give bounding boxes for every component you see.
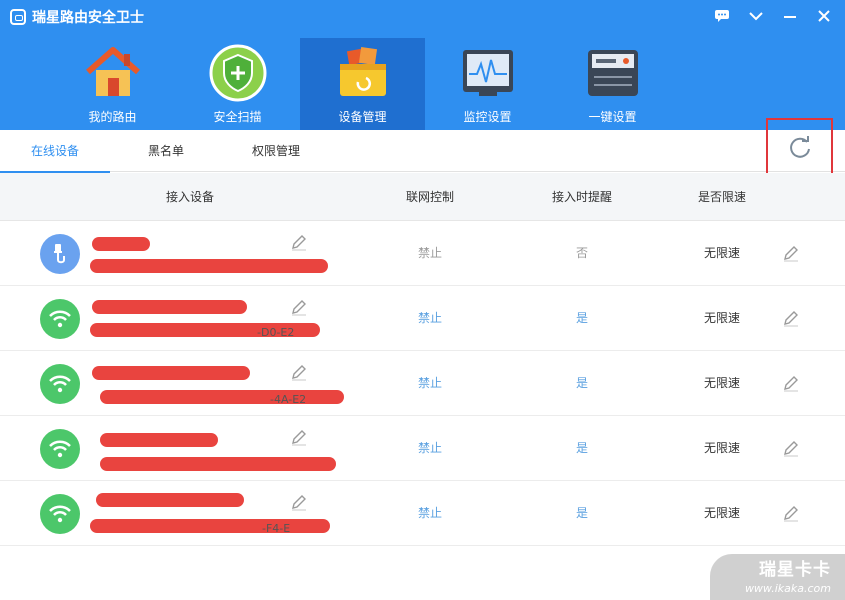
pencil-icon[interactable] (290, 493, 308, 511)
remind-value[interactable]: 是 (532, 351, 632, 416)
redacted-device-mac (90, 259, 328, 273)
pencil-icon[interactable] (290, 428, 308, 446)
device-mac-tail: -F4-E (262, 522, 291, 535)
header-device: 接入设备 (165, 190, 214, 204)
pencil-icon[interactable] (782, 374, 800, 392)
speed-limit-value: 无限速 (703, 246, 740, 260)
speed-limit-value: 无限速 (703, 376, 740, 390)
basket-icon (339, 46, 386, 96)
tab-online-devices[interactable]: 在线设备 (0, 130, 110, 173)
table-row[interactable]: -D0-E2 禁止 是 无限速 (0, 286, 845, 351)
router-panel-icon (587, 50, 638, 96)
app-title-text: 瑞星路由安全卫士 (32, 10, 144, 26)
tab-blacklist[interactable]: 黑名单 (130, 130, 202, 172)
watermark-brand: 瑞星卡卡 (759, 560, 831, 580)
speed-limit-value: 无限速 (703, 311, 740, 325)
redacted-device-mac (100, 390, 344, 404)
header-remind: 接入时提醒 (551, 190, 612, 204)
wifi-icon (40, 429, 80, 469)
chat-icon[interactable] (709, 4, 735, 28)
table-row[interactable]: 禁止 是 无限速 (0, 416, 845, 481)
redacted-device-mac (90, 519, 330, 533)
table-row[interactable]: -4A-E2 禁止 是 无限速 (0, 351, 845, 416)
refresh-icon (789, 135, 810, 158)
table-header: 接入设备 联网控制 接入时提醒 是否限速 (0, 173, 845, 221)
house-icon (85, 47, 140, 96)
app-title: 瑞星路由安全卫士 (10, 7, 144, 27)
network-control-action[interactable]: 禁止 (380, 286, 480, 351)
network-control-action[interactable]: 禁止 (380, 351, 480, 416)
chevron-down-icon[interactable] (743, 4, 769, 28)
redacted-device-name (100, 433, 218, 447)
watermark-url: www.ikaka.com (744, 582, 831, 595)
pencil-icon[interactable] (782, 309, 800, 327)
remind-value[interactable]: 是 (532, 481, 632, 546)
table-row[interactable]: 禁止 否 无限速 (0, 221, 845, 286)
nav-one-click-settings[interactable]: 一键设置 (550, 38, 675, 130)
redacted-device-name (92, 300, 247, 314)
monitor-chart-icon (462, 50, 513, 96)
redacted-device-mac (100, 457, 336, 471)
refresh-button[interactable] (766, 118, 833, 175)
remind-value[interactable]: 是 (532, 286, 632, 351)
network-control-action[interactable]: 禁止 (380, 481, 480, 546)
watermark: 瑞星卡卡 www.ikaka.com (705, 550, 845, 600)
close-icon[interactable] (811, 4, 837, 28)
wifi-icon (40, 494, 80, 534)
nav-monitor-settings[interactable]: 监控设置 (425, 38, 550, 130)
pencil-icon[interactable] (782, 244, 800, 262)
header-network-control: 联网控制 (405, 190, 454, 204)
pencil-icon[interactable] (290, 233, 308, 251)
device-mac-tail: -D0-E2 (257, 326, 295, 339)
app-logo-icon (10, 9, 26, 25)
wifi-icon (40, 299, 80, 339)
redacted-device-name (92, 366, 250, 380)
remind-value[interactable]: 是 (532, 416, 632, 481)
speed-limit-value: 无限速 (703, 506, 740, 520)
table-row[interactable]: -F4-E 禁止 是 无限速 (0, 481, 845, 546)
remind-value[interactable]: 否 (532, 221, 632, 286)
speed-limit-value: 无限速 (703, 441, 740, 455)
window-controls (709, 4, 837, 28)
device-mac-tail: -4A-E2 (270, 393, 307, 406)
shield-plus-icon (209, 44, 266, 102)
network-control-action[interactable]: 禁止 (380, 221, 480, 286)
pencil-icon[interactable] (290, 363, 308, 381)
redacted-device-name (96, 493, 244, 507)
tab-permissions[interactable]: 权限管理 (238, 130, 314, 172)
nav-my-router[interactable]: 我的路由 (50, 38, 175, 130)
nav-device-management[interactable]: 设备管理 (300, 38, 425, 130)
pencil-icon[interactable] (782, 504, 800, 522)
header-speed-limit: 是否限速 (697, 190, 746, 204)
redacted-device-name (92, 237, 150, 251)
minimize-icon[interactable] (777, 4, 803, 28)
header-bar: 瑞星路由安全卫士 我的路由 安全扫描 设备管理 监控设置 一键设置 (0, 0, 845, 130)
network-control-action[interactable]: 禁止 (380, 416, 480, 481)
pencil-icon[interactable] (290, 298, 308, 316)
nav-security-scan[interactable]: 安全扫描 (175, 38, 300, 130)
main-nav: 我的路由 安全扫描 设备管理 监控设置 一键设置 (50, 38, 675, 130)
wired-device-icon (40, 234, 80, 274)
pencil-icon[interactable] (782, 439, 800, 457)
wifi-icon (40, 364, 80, 404)
tab-bar: 在线设备 黑名单 权限管理 (0, 130, 845, 173)
